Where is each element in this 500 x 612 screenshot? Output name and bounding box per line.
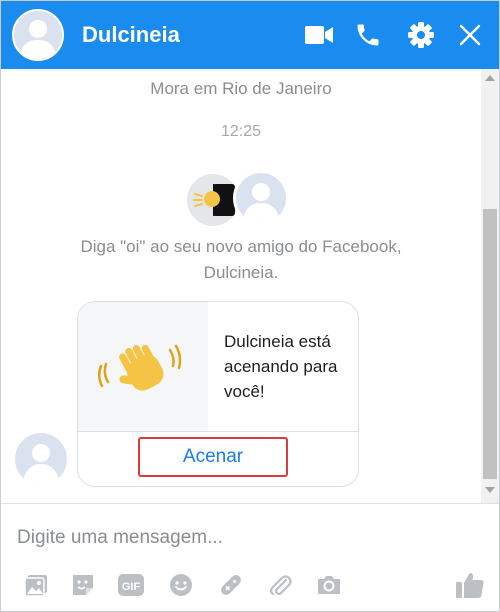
gear-icon[interactable] [405,19,437,51]
new-friend-avatars [187,170,297,230]
wave-button[interactable]: Acenar [138,437,288,477]
attachment-icon[interactable] [265,570,295,600]
new-friend-message: Diga "oi" ao seu novo amigo do Facebook,… [21,234,461,286]
wave-card-line: Dulcineia está [224,332,331,351]
gif-label: GIF [122,581,141,593]
chat-header[interactable]: Dulcineia [1,1,499,69]
video-camera-icon[interactable] [303,19,335,51]
phone-icon[interactable] [352,19,384,51]
card-divider [78,431,358,432]
scroll-thumb[interactable] [483,209,497,479]
new-friend-message-line: Diga "oi" ao seu novo amigo do Facebook, [80,237,402,256]
scroll-up-arrow[interactable] [485,73,495,81]
camera-icon[interactable] [314,570,344,600]
scrollbar[interactable] [481,69,499,503]
new-friend-message-line: Dulcineia. [203,263,279,282]
wave-card: Dulcineia está acenando para você! Acena… [77,301,359,487]
page-avatar [187,174,239,226]
wave-card-line: acenando para [224,357,338,376]
wave-image [78,302,208,431]
emoji-icon[interactable] [166,570,196,600]
message-composer: GIF [1,503,499,611]
chat-window: Dulcineia Mora em Rio de Janeiro 12:25 D… [0,0,500,612]
like-icon[interactable] [453,568,487,602]
message-input[interactable] [15,522,459,554]
wave-card-line: você! [224,382,265,401]
contact-location: Mora em Rio de Janeiro [150,79,332,98]
wave-card-text: Dulcineia está acenando para você! [224,329,354,404]
waving-hand-icon [98,344,182,391]
contact-name[interactable]: Dulcineia [82,22,180,48]
contact-avatar[interactable] [12,9,64,61]
image-icon[interactable] [21,570,51,600]
sender-avatar[interactable] [15,433,67,485]
game-icon[interactable] [216,570,246,600]
sticker-icon[interactable] [68,570,98,600]
message-timestamp: 12:25 [220,123,262,140]
close-icon[interactable] [454,19,486,51]
gif-icon[interactable]: GIF [116,570,146,600]
contact-avatar [233,170,289,226]
scroll-down-arrow[interactable] [485,487,495,495]
